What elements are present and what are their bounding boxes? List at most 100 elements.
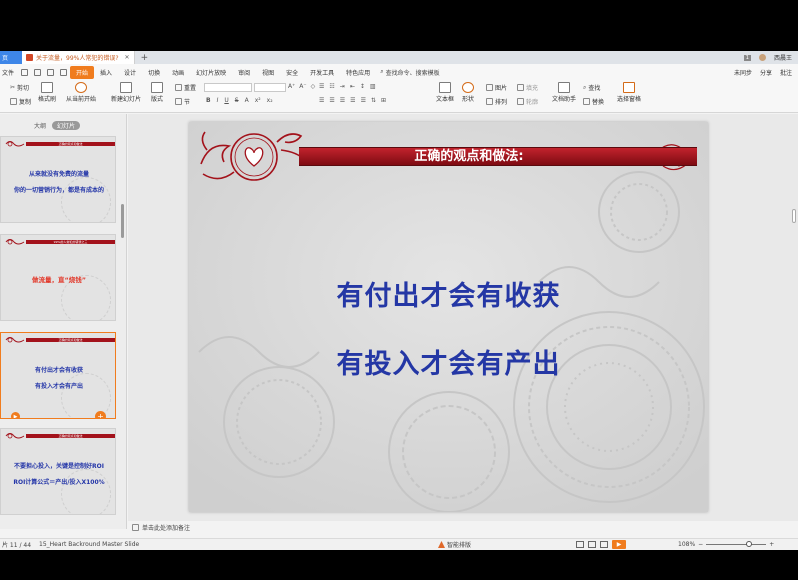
text-box-button[interactable]: 文本框	[436, 82, 454, 103]
slide-body-line[interactable]: 有付出才会有收获	[189, 274, 708, 313]
zoom-slider[interactable]	[706, 541, 767, 547]
format-painter-button[interactable]: 格式刷	[38, 82, 56, 103]
file-menu[interactable]: 文件	[0, 68, 18, 77]
align-center-icon[interactable]: ☰	[329, 97, 334, 104]
notes-placeholder[interactable]: 单击此处添加备注	[142, 523, 190, 532]
font-family-select[interactable]	[204, 83, 252, 92]
superscript-icon[interactable]: x²	[255, 97, 261, 104]
slide-thumbnail-11[interactable]: 正确的观点和做法 有付出才会有收获 有投入才会有产出 ▶ +	[0, 332, 116, 419]
zoom-slider-handle[interactable]	[746, 541, 753, 547]
thumbnail-scrollbar[interactable]	[121, 204, 124, 238]
avatar[interactable]	[758, 54, 766, 61]
grow-font-icon[interactable]: A⁺	[288, 83, 295, 90]
sync-status[interactable]: 未同步	[734, 68, 752, 77]
home-tab[interactable]: 页	[0, 51, 22, 64]
underline-icon[interactable]: U	[224, 97, 228, 104]
paragraph-list-buttons: ☰ ☷ ⇥ ⇤ ↕ ▥	[319, 83, 376, 90]
zoom-out-icon[interactable]: −	[698, 541, 703, 548]
play-from-current-button[interactable]: 从当前开始	[66, 82, 96, 103]
canvas-scrollbar[interactable]	[792, 209, 796, 223]
font-size-field[interactable]	[254, 83, 286, 92]
numbered-list-icon[interactable]: ☷	[329, 83, 334, 90]
menu-review[interactable]: 审阅	[232, 66, 256, 79]
indent-icon[interactable]: ⇥	[340, 83, 345, 90]
notes-bar[interactable]: 单击此处添加备注	[128, 521, 798, 533]
slide-thumbnail-9[interactable]: 正确的观点和做法 从来就没有免费的流量 你的一切营销行为，都是有成本的	[0, 136, 116, 223]
font-size-select[interactable]	[254, 83, 286, 92]
doc-helper-button[interactable]: 文档助手	[552, 82, 576, 103]
smart-layout-button[interactable]: 智能排版	[438, 540, 471, 549]
tab-slides[interactable]: 幻灯片	[52, 121, 81, 130]
strikethrough-icon[interactable]: S	[235, 97, 239, 104]
font-family-field[interactable]	[204, 83, 252, 92]
bold-icon[interactable]: B	[206, 97, 211, 104]
distribute-icon[interactable]: ☰	[361, 97, 366, 104]
print-icon[interactable]	[34, 68, 42, 76]
section-button[interactable]: 节	[175, 97, 190, 106]
save-icon[interactable]	[21, 68, 29, 76]
reading-view-icon[interactable]	[600, 541, 608, 548]
tab-outline[interactable]: 大纲	[34, 121, 46, 130]
align-right-icon[interactable]: ☰	[340, 97, 345, 104]
fill-button[interactable]: 填充	[517, 83, 538, 92]
slide-title[interactable]: 正确的观点和做法:	[319, 146, 619, 167]
add-slide-after-icon[interactable]: +	[95, 411, 106, 418]
current-slide[interactable]: 正确的观点和做法: 有付出才会有收获 有投入才会有产出	[189, 122, 708, 512]
menu-design[interactable]: 设计	[118, 66, 142, 79]
slide-body-line[interactable]: 有投入才会有产出	[189, 342, 708, 381]
window-count-badge[interactable]: 1	[743, 54, 751, 61]
justify-icon[interactable]: ☰	[350, 97, 355, 104]
menu-developer[interactable]: 开发工具	[304, 66, 340, 79]
thumbnail-decoration	[61, 469, 111, 514]
clear-format-icon[interactable]: ◇	[311, 83, 316, 90]
zoom-level[interactable]: 108%	[678, 541, 695, 548]
user-name[interactable]: 西晨王	[774, 53, 792, 62]
columns-icon[interactable]: ▥	[370, 83, 376, 90]
share-button[interactable]: 分享	[760, 68, 772, 77]
menu-home[interactable]: 开始	[70, 65, 95, 79]
menu-view[interactable]: 视图	[256, 66, 280, 79]
comment-button[interactable]: 批注	[780, 68, 792, 77]
document-tab[interactable]: 关于流量，99%人常犯的错误? ✕	[22, 51, 135, 64]
menu-transitions[interactable]: 切换	[142, 66, 166, 79]
subscript-icon[interactable]: x₂	[267, 97, 273, 104]
text-direction-icon[interactable]: ⇅	[371, 97, 376, 104]
shape-button[interactable]: 形状	[462, 82, 474, 103]
outline-button[interactable]: 轮廓	[517, 97, 538, 106]
close-icon[interactable]: ✕	[125, 54, 130, 61]
redo-icon[interactable]	[60, 68, 68, 76]
italic-icon[interactable]: I	[217, 97, 219, 104]
cut-button[interactable]: ✂ 剪切	[10, 83, 29, 92]
menu-features[interactable]: 特色应用	[340, 66, 376, 79]
slide-sorter-icon[interactable]	[588, 541, 596, 548]
select-pane-button[interactable]: 选择窗格	[617, 82, 641, 103]
layout-button[interactable]: 版式	[151, 82, 163, 103]
slideshow-play-icon[interactable]: ▶	[612, 540, 626, 549]
menu-animations[interactable]: 动画	[166, 66, 190, 79]
menu-security[interactable]: 安全	[280, 66, 304, 79]
text-align-icon[interactable]: ⊞	[381, 97, 386, 104]
menu-insert[interactable]: 插入	[94, 66, 118, 79]
normal-view-icon[interactable]	[576, 541, 584, 548]
replace-button[interactable]: 替换	[583, 97, 604, 106]
outdent-icon[interactable]: ⇤	[350, 83, 355, 90]
copy-button[interactable]: 复制	[10, 97, 31, 106]
zoom-in-icon[interactable]: +	[769, 541, 774, 548]
align-left-icon[interactable]: ☰	[319, 97, 324, 104]
command-search[interactable]: ⌕ 查找命令、搜索模板	[380, 68, 439, 77]
font-color-icon[interactable]: A	[245, 97, 249, 104]
shrink-font-icon[interactable]: A⁻	[299, 83, 306, 90]
new-slide-button[interactable]: 新建幻灯片	[111, 82, 141, 103]
slide-thumbnail-10[interactable]: 99%的人常犯的错误之三 做流量，直“烧钱”	[0, 234, 116, 321]
bullet-list-icon[interactable]: ☰	[319, 83, 324, 90]
picture-button[interactable]: 图片	[486, 83, 507, 92]
reset-button[interactable]: 重置	[175, 83, 196, 92]
play-slide-icon[interactable]: ▶	[11, 412, 20, 418]
menu-slideshow[interactable]: 幻灯片放映	[190, 66, 232, 79]
new-tab-button[interactable]: +	[141, 53, 149, 63]
arrange-button[interactable]: 排列	[486, 97, 507, 106]
line-spacing-icon[interactable]: ↕	[360, 83, 365, 90]
find-button[interactable]: ⌕ 查找	[583, 83, 600, 93]
undo-icon[interactable]	[47, 68, 55, 76]
slide-thumbnail-12[interactable]: 正确的观点和做法 不要担心投入，关键是控制好ROI ROI计算公式＝产出/投入X…	[0, 428, 116, 515]
